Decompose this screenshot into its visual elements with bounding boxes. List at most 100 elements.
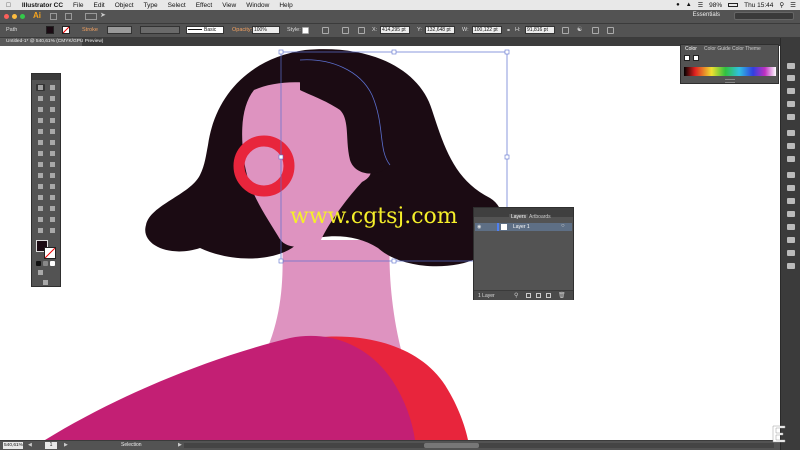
- opacity-label[interactable]: Opacity:: [232, 27, 252, 33]
- zoom-level-field[interactable]: 540,61%: [3, 442, 23, 449]
- constrain-proportions-icon[interactable]: ⚭: [506, 27, 511, 34]
- appearance-icon[interactable]: [787, 143, 795, 149]
- shaper-tool-icon[interactable]: [36, 139, 45, 146]
- artboard-tool-icon[interactable]: [36, 216, 45, 223]
- white-swatch[interactable]: [693, 55, 699, 61]
- scrollbar-thumb[interactable]: [424, 443, 479, 448]
- transform-icon[interactable]: [358, 27, 365, 34]
- minimize-window-button[interactable]: [12, 14, 17, 19]
- character-panel-icon[interactable]: [787, 237, 795, 243]
- stroke-panel-icon[interactable]: [787, 101, 795, 107]
- column-graph-tool-icon[interactable]: [48, 205, 57, 212]
- draw-mode-icon[interactable]: [36, 269, 45, 276]
- new-sublayer-icon[interactable]: [536, 293, 541, 298]
- tab-color-themes[interactable]: Color Theme: [732, 46, 761, 52]
- bridge-icon[interactable]: [50, 13, 57, 20]
- tab-color-guide[interactable]: Color Guide: [704, 46, 731, 52]
- horizontal-scrollbar[interactable]: [184, 443, 774, 448]
- opacity-field[interactable]: 100%: [252, 26, 280, 34]
- current-tool-status[interactable]: Selection: [121, 442, 142, 448]
- battery-icon[interactable]: [728, 3, 739, 7]
- stock-icon[interactable]: [65, 13, 72, 20]
- layers-panel-icon[interactable]: [787, 172, 795, 178]
- wifi-icon[interactable]: ☰: [698, 2, 703, 9]
- height-field[interactable]: 91,816 pt: [525, 26, 555, 34]
- stroke-weight-field[interactable]: [107, 26, 132, 34]
- align-icon[interactable]: [342, 27, 349, 34]
- menu-file[interactable]: File: [68, 2, 88, 9]
- spotlight-icon[interactable]: ⚲: [779, 1, 784, 9]
- menu-view[interactable]: View: [217, 2, 241, 9]
- screen-mode-icon[interactable]: [41, 279, 52, 286]
- artboard-canvas[interactable]: [0, 46, 780, 440]
- stroke-none-swatch[interactable]: [684, 55, 690, 61]
- graphic-styles-icon[interactable]: [787, 156, 795, 162]
- menu-edit[interactable]: Edit: [89, 2, 110, 9]
- battery-percent[interactable]: 98%: [709, 2, 722, 9]
- selection-tool-icon[interactable]: [36, 84, 45, 91]
- scale-tool-icon[interactable]: [48, 150, 57, 157]
- graphic-style-swatch[interactable]: [302, 27, 309, 34]
- align-panel-icon[interactable]: [787, 211, 795, 217]
- layer-name[interactable]: Layer 1: [513, 224, 530, 230]
- hand-tool-icon[interactable]: [36, 227, 45, 234]
- eraser-tool-icon[interactable]: [48, 139, 57, 146]
- transform-panel-icon[interactable]: [787, 198, 795, 204]
- rectangle-tool-icon[interactable]: [36, 128, 45, 135]
- width-tool-icon[interactable]: [36, 161, 45, 168]
- perspective-grid-tool-icon[interactable]: [48, 172, 57, 179]
- artwork[interactable]: [0, 46, 780, 440]
- paragraph-panel-icon[interactable]: [787, 250, 795, 256]
- tab-color[interactable]: Color: [685, 46, 697, 52]
- menu-app-name[interactable]: Illustrator CC: [17, 2, 68, 9]
- stock-search-input[interactable]: [734, 12, 794, 20]
- x-position-field[interactable]: 414,295 pt: [380, 26, 410, 34]
- brush-definition-field[interactable]: Basic: [186, 26, 224, 34]
- menu-object[interactable]: Object: [110, 2, 139, 9]
- lasso-tool-icon[interactable]: [48, 95, 57, 102]
- free-transform-tool-icon[interactable]: [48, 161, 57, 168]
- symbols-icon[interactable]: [787, 88, 795, 94]
- line-tool-icon[interactable]: [48, 117, 57, 124]
- recolor-artwork-icon[interactable]: [322, 27, 329, 34]
- curvature-tool-icon[interactable]: [48, 106, 57, 113]
- artboards-panel-icon[interactable]: [787, 185, 795, 191]
- menu-type[interactable]: Type: [139, 2, 163, 9]
- delete-layer-icon[interactable]: 🗑: [558, 292, 566, 299]
- stroke-color-box[interactable]: [44, 247, 56, 259]
- first-artboard-button[interactable]: ◀: [28, 442, 32, 448]
- y-position-field[interactable]: 132,648 pt: [425, 26, 455, 34]
- paintbrush-tool-icon[interactable]: [48, 128, 57, 135]
- menu-select[interactable]: Select: [163, 2, 191, 9]
- close-window-button[interactable]: [4, 14, 9, 19]
- stroke-label[interactable]: Stroke: [82, 27, 98, 33]
- document-tab[interactable]: Untitled-1* @ 540,61% (CMYK/GPU Preview): [0, 38, 103, 46]
- tab-layers[interactable]: Layers: [509, 214, 529, 220]
- libraries-icon[interactable]: [787, 263, 795, 269]
- brushes-icon[interactable]: [787, 75, 795, 81]
- slice-tool-icon[interactable]: [48, 216, 57, 223]
- stroke-swatch[interactable]: [62, 26, 70, 34]
- control-panel-menu-icon[interactable]: [607, 27, 614, 34]
- zoom-tool-icon[interactable]: [48, 227, 57, 234]
- gradient-mode-button[interactable]: [43, 261, 48, 266]
- target-icon[interactable]: ○: [561, 223, 565, 229]
- artboard-number-field[interactable]: 1: [45, 442, 57, 449]
- menu-window[interactable]: Window: [241, 2, 274, 9]
- arrange-documents-icon[interactable]: [85, 13, 97, 20]
- color-mode-button[interactable]: [36, 261, 41, 266]
- swatches-icon[interactable]: [787, 63, 795, 69]
- transform-options-icon[interactable]: [562, 27, 569, 34]
- gradient-tool-icon[interactable]: [48, 183, 57, 190]
- workspace-switcher[interactable]: Essentials: [693, 12, 720, 18]
- symbol-sprayer-tool-icon[interactable]: [36, 205, 45, 212]
- new-layer-icon[interactable]: [546, 293, 551, 298]
- variable-width-profile[interactable]: [140, 26, 180, 34]
- gpu-performance-icon[interactable]: ➤: [100, 11, 107, 19]
- apple-icon[interactable]: : [0, 2, 17, 9]
- make-clipping-mask-icon[interactable]: [526, 293, 531, 298]
- eyedropper-tool-icon[interactable]: [36, 194, 45, 201]
- color-spectrum-bar[interactable]: [684, 67, 776, 76]
- type-tool-icon[interactable]: [36, 117, 45, 124]
- direct-selection-tool-icon[interactable]: [48, 84, 57, 91]
